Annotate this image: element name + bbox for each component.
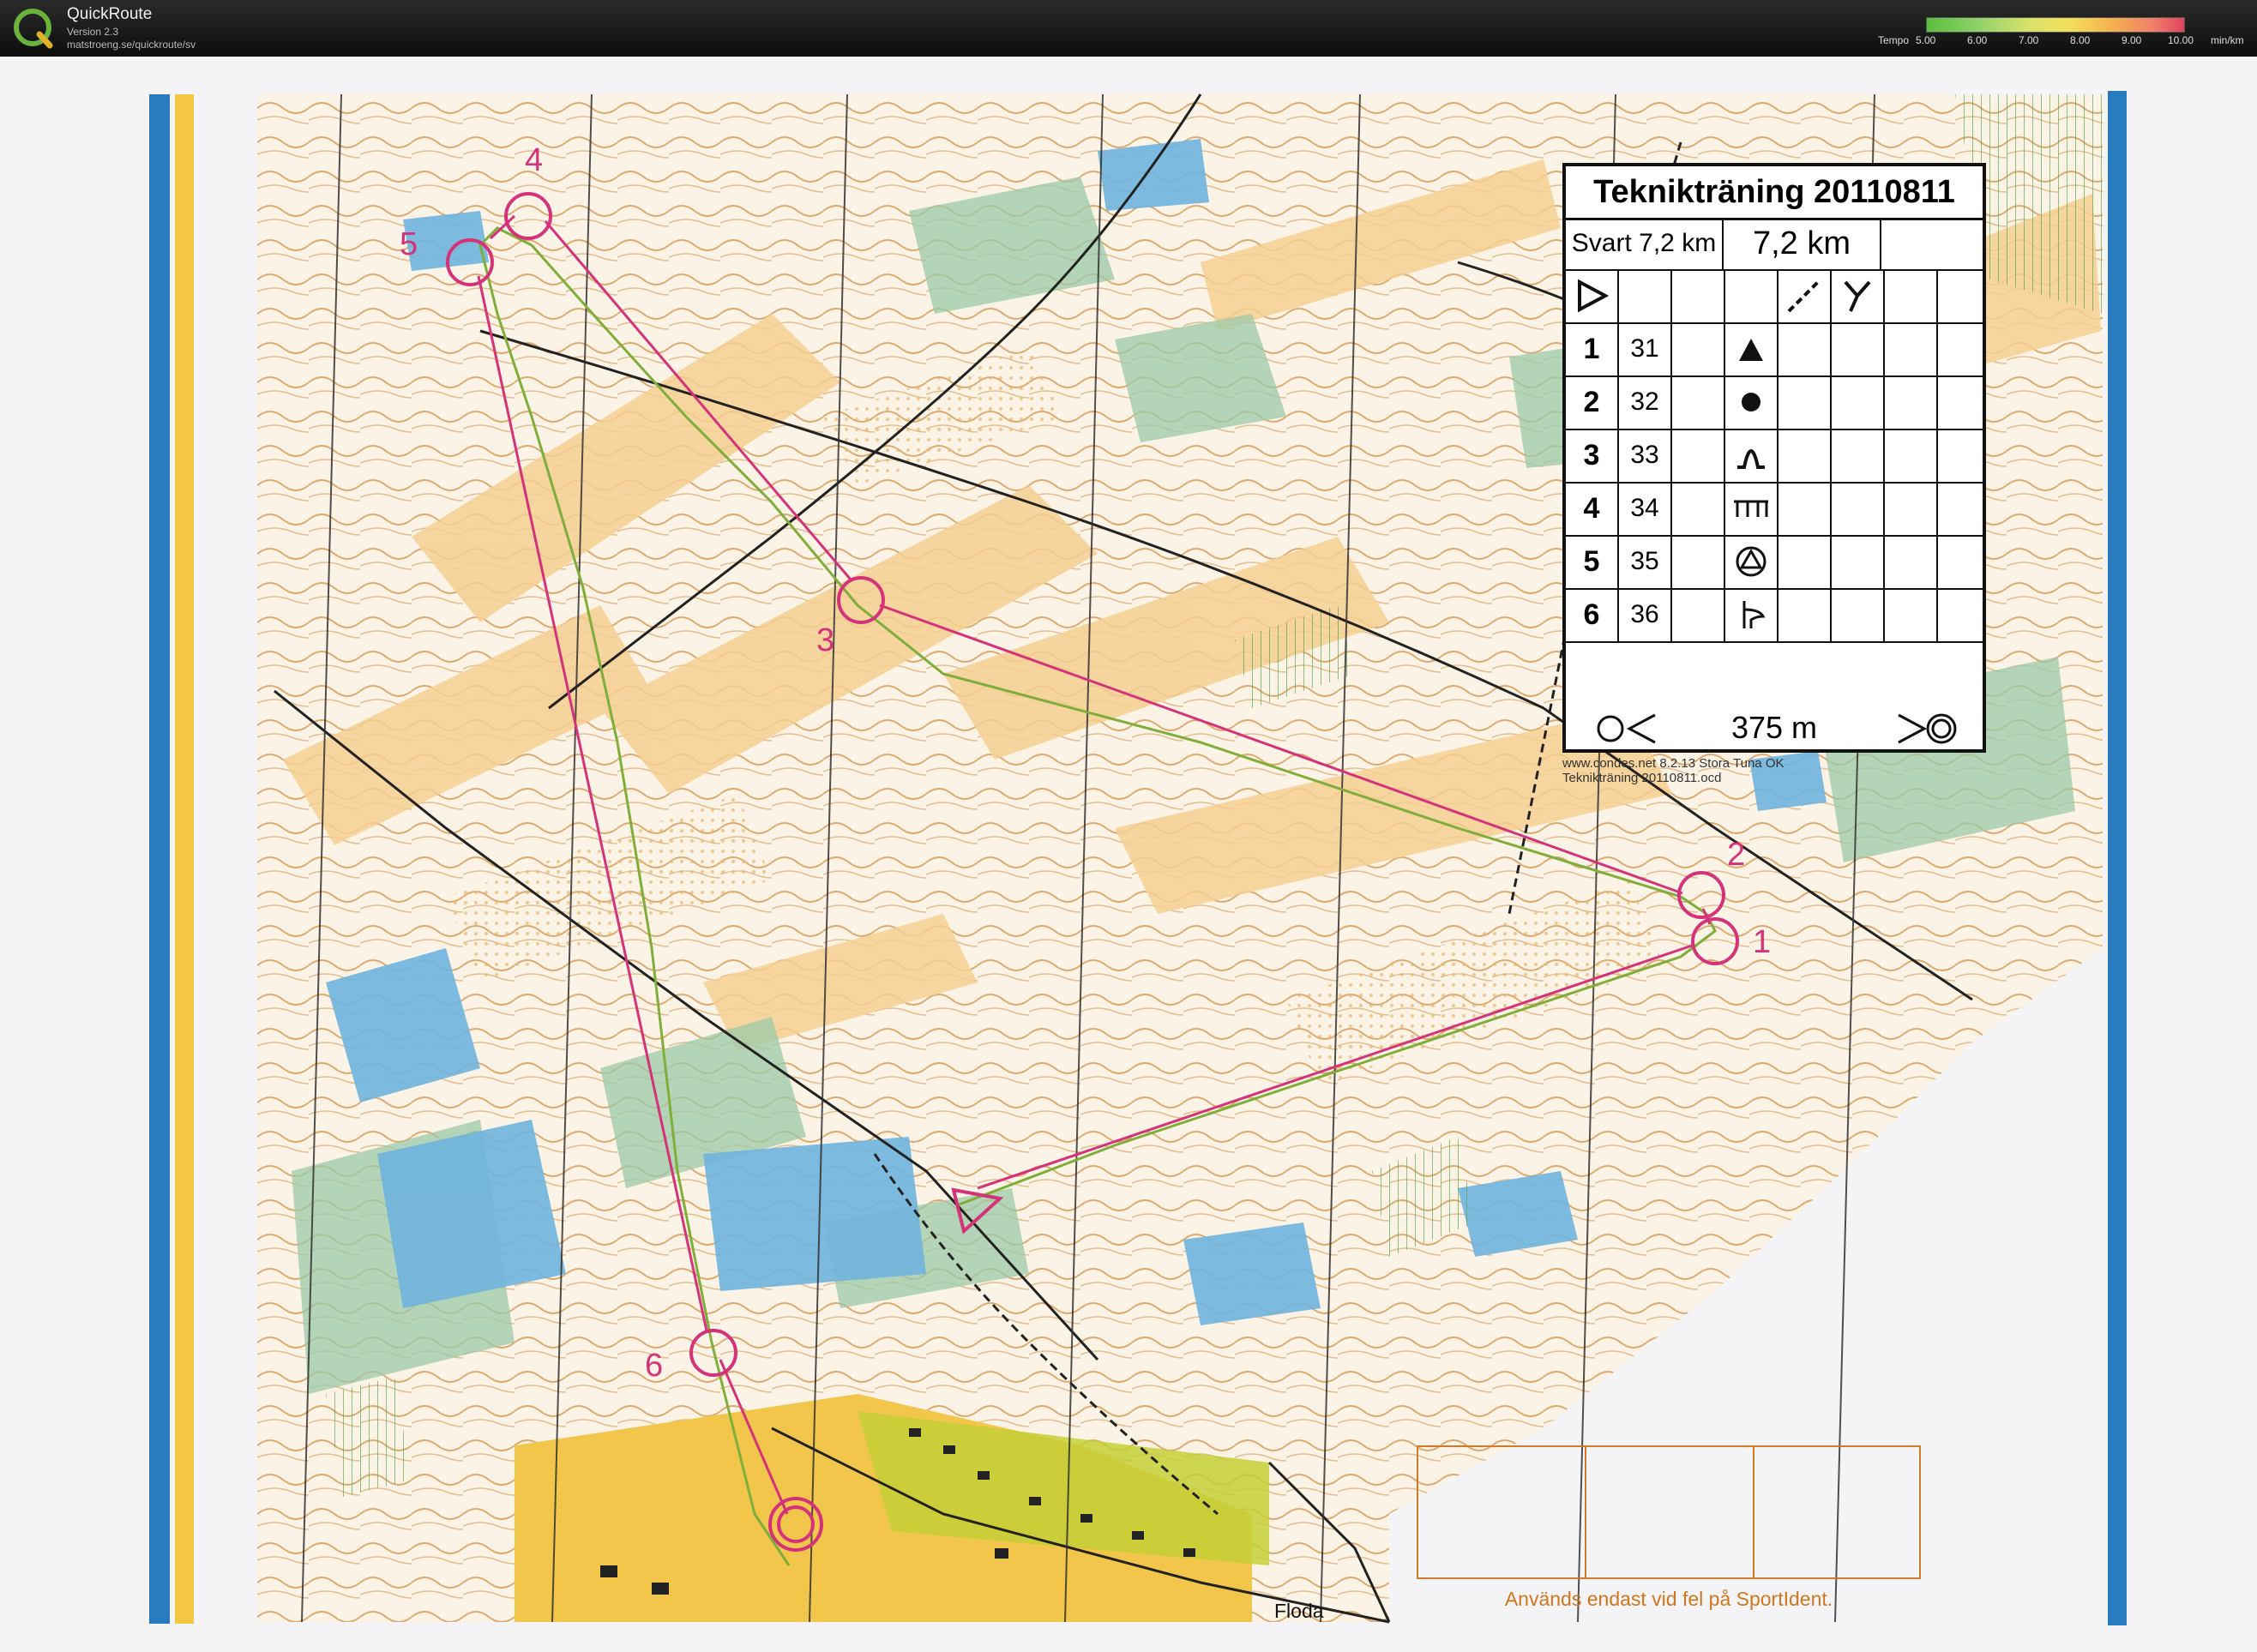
control-description-table: Teknikträning 20110811 Svart 7,2 km 7,2 … — [1562, 163, 1986, 753]
map-border-left-blue — [149, 94, 170, 1624]
map-border-left-yellow — [175, 94, 194, 1624]
control-number-6: 6 — [645, 1348, 664, 1384]
trail-junction-icon — [1725, 588, 1779, 641]
dot-knoll-icon — [1725, 375, 1779, 429]
junction-symbol-cell — [1832, 269, 1885, 322]
punch-box — [1418, 1447, 1586, 1577]
punch-note: Används endast vid fel på SportIdent. — [1504, 1588, 1833, 1610]
map-canvas[interactable]: 1 2 3 4 5 6 Teknikträning 20110811 Svart… — [0, 57, 2257, 1652]
tempo-tick: 10.00 — [2168, 34, 2194, 46]
app-header: QuickRoute Version 2.3 matstroeng.se/qui… — [0, 0, 2257, 57]
tempo-tick: 7.00 — [2019, 34, 2039, 46]
course-title: Teknikträning 20110811 — [1566, 166, 1983, 220]
tempo-legend: Tempo 5.00 6.00 7.00 8.00 9.00 10.00 min… — [1878, 15, 2247, 50]
control-number-3: 3 — [816, 622, 835, 658]
control-code: 34 — [1619, 482, 1672, 535]
control-row: 4 34 — [1566, 482, 1983, 537]
start-triangle-icon — [1578, 279, 1609, 313]
hill-spur-icon — [1725, 429, 1779, 482]
spacer-row — [1566, 641, 1983, 701]
finish-distance: 375 m — [1730, 710, 1818, 745]
path-symbol-cell — [1779, 269, 1832, 322]
control-number: 5 — [1566, 535, 1619, 588]
tempo-tick: 9.00 — [2122, 34, 2142, 46]
punch-box — [1586, 1447, 1754, 1577]
control-row: 5 35 — [1566, 535, 1983, 590]
control-number: 6 — [1566, 588, 1619, 641]
control-code: 33 — [1619, 429, 1672, 482]
control-code: 36 — [1619, 588, 1672, 641]
tempo-tick: 6.00 — [1967, 34, 1988, 46]
class-name: Svart 7,2 km — [1566, 218, 1724, 269]
control-row: 6 36 — [1566, 588, 1983, 643]
control-number-5: 5 — [400, 226, 418, 262]
map-note-line: Teknikträning 20110811.ocd — [1562, 771, 1722, 785]
start-row — [1566, 269, 1983, 324]
control-number: 4 — [1566, 482, 1619, 535]
control-row: 2 32 — [1566, 375, 1983, 430]
tempo-color-bar[interactable] — [1926, 17, 2185, 33]
app-url[interactable]: matstroeng.se/quickroute/sv — [67, 39, 196, 51]
control-number: 1 — [1566, 322, 1619, 375]
control-row: 3 33 — [1566, 429, 1983, 484]
quickroute-logo-icon — [14, 9, 53, 49]
start-symbol-cell — [1566, 269, 1619, 322]
tempo-unit: min/km — [2211, 34, 2244, 46]
tempo-tick: 8.00 — [2070, 34, 2091, 46]
control-number: 3 — [1566, 429, 1619, 482]
map-note: www.condes.net 8.2.13 Stora Tuna OK Tekn… — [1562, 756, 1785, 785]
tempo-tick: 5.00 — [1916, 34, 1936, 46]
place-name-label: Floda — [1274, 1600, 1324, 1622]
fence-comb-icon — [1725, 482, 1779, 535]
control-number-1: 1 — [1753, 924, 1772, 960]
tempo-label: Tempo — [1878, 34, 1910, 46]
app-version: Version 2.3 — [67, 26, 119, 38]
map-note-line: www.condes.net 8.2.13 Stora Tuna OK — [1562, 756, 1785, 771]
control-code: 32 — [1619, 375, 1672, 429]
control-number-2: 2 — [1727, 837, 1746, 873]
backup-punch-boxes — [1417, 1445, 1921, 1579]
finish-double-circle-icon — [1898, 713, 1957, 744]
finish-funnel-start-icon — [1597, 713, 1656, 744]
control-row: 1 31 — [1566, 322, 1983, 377]
course-length: 7,2 km — [1724, 218, 1881, 269]
path-dashed-icon — [1787, 279, 1821, 313]
circle-triangle-icon — [1725, 535, 1779, 588]
triangle-boulder-icon — [1725, 322, 1779, 375]
control-code: 31 — [1619, 322, 1672, 375]
path-junction-icon — [1844, 280, 1871, 312]
control-number-4: 4 — [525, 142, 544, 178]
app-title: QuickRoute — [67, 5, 153, 23]
finish-row: 375 m — [1566, 703, 1983, 753]
map-border-right-blue — [2108, 91, 2127, 1625]
class-row: Svart 7,2 km 7,2 km — [1566, 218, 1983, 271]
control-number: 2 — [1566, 375, 1619, 429]
punch-box — [1754, 1447, 1923, 1577]
control-code: 35 — [1619, 535, 1672, 588]
